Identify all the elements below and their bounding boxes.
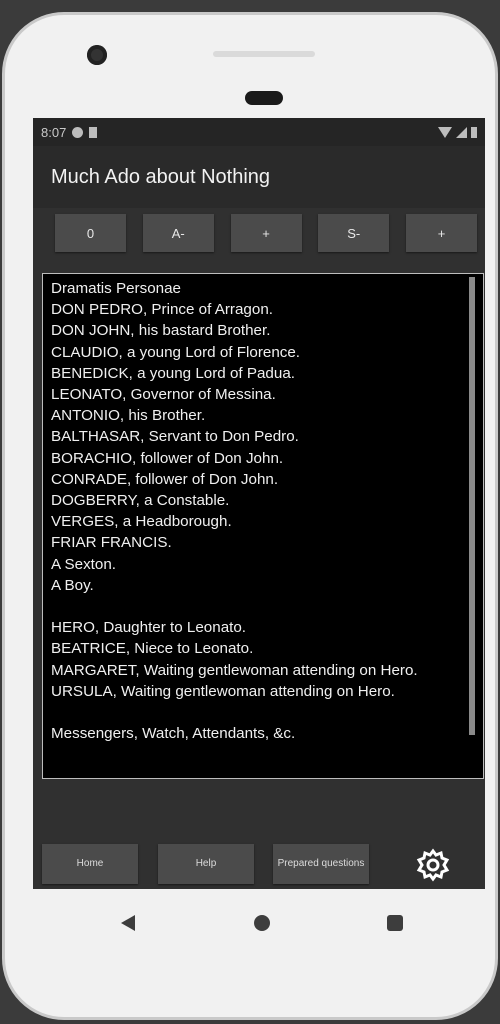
- battery-icon: [471, 126, 477, 138]
- home-button[interactable]: Home: [42, 844, 138, 884]
- speed-slower-button[interactable]: S-: [318, 214, 390, 252]
- signal-icon: [456, 126, 467, 138]
- app-bar: Much Ado about Nothing: [33, 146, 485, 208]
- recents-icon[interactable]: [387, 915, 403, 931]
- status-bar: 8:07: [33, 118, 485, 146]
- help-button[interactable]: Help: [158, 844, 254, 884]
- system-nav-bar: [5, 895, 500, 945]
- wifi-icon: [438, 126, 452, 138]
- notification-icon: [72, 126, 84, 138]
- gear-icon[interactable]: [416, 848, 450, 882]
- sd-card-icon: [89, 126, 98, 138]
- play-text: Dramatis Personae DON PEDRO, Prince of A…: [51, 280, 418, 743]
- front-camera: [87, 45, 107, 65]
- text-toolbar: 0 A- + S- +: [33, 208, 485, 258]
- phone-frame: 8:07 Much Ado about Nothing 0 A- + S- + …: [2, 12, 498, 1020]
- screen: 8:07 Much Ado about Nothing 0 A- + S- + …: [33, 118, 485, 889]
- sensor-pill: [245, 91, 283, 105]
- status-time: 8:07: [41, 124, 67, 140]
- app-title: Much Ado about Nothing: [51, 165, 271, 188]
- font-larger-button[interactable]: +: [230, 214, 302, 252]
- speed-faster-button[interactable]: +: [406, 214, 477, 252]
- reset-font-button[interactable]: 0: [55, 214, 126, 252]
- home-nav-icon[interactable]: [254, 915, 270, 931]
- prepared-questions-button[interactable]: Prepared questions: [273, 844, 369, 884]
- font-smaller-button[interactable]: A-: [142, 214, 214, 252]
- earpiece-speaker: [213, 51, 315, 57]
- bottom-button-bar: Home Help Prepared questions: [33, 844, 485, 886]
- back-icon[interactable]: [121, 915, 135, 931]
- text-scrollbar[interactable]: [469, 277, 475, 735]
- play-text-panel[interactable]: Dramatis Personae DON PEDRO, Prince of A…: [42, 273, 484, 779]
